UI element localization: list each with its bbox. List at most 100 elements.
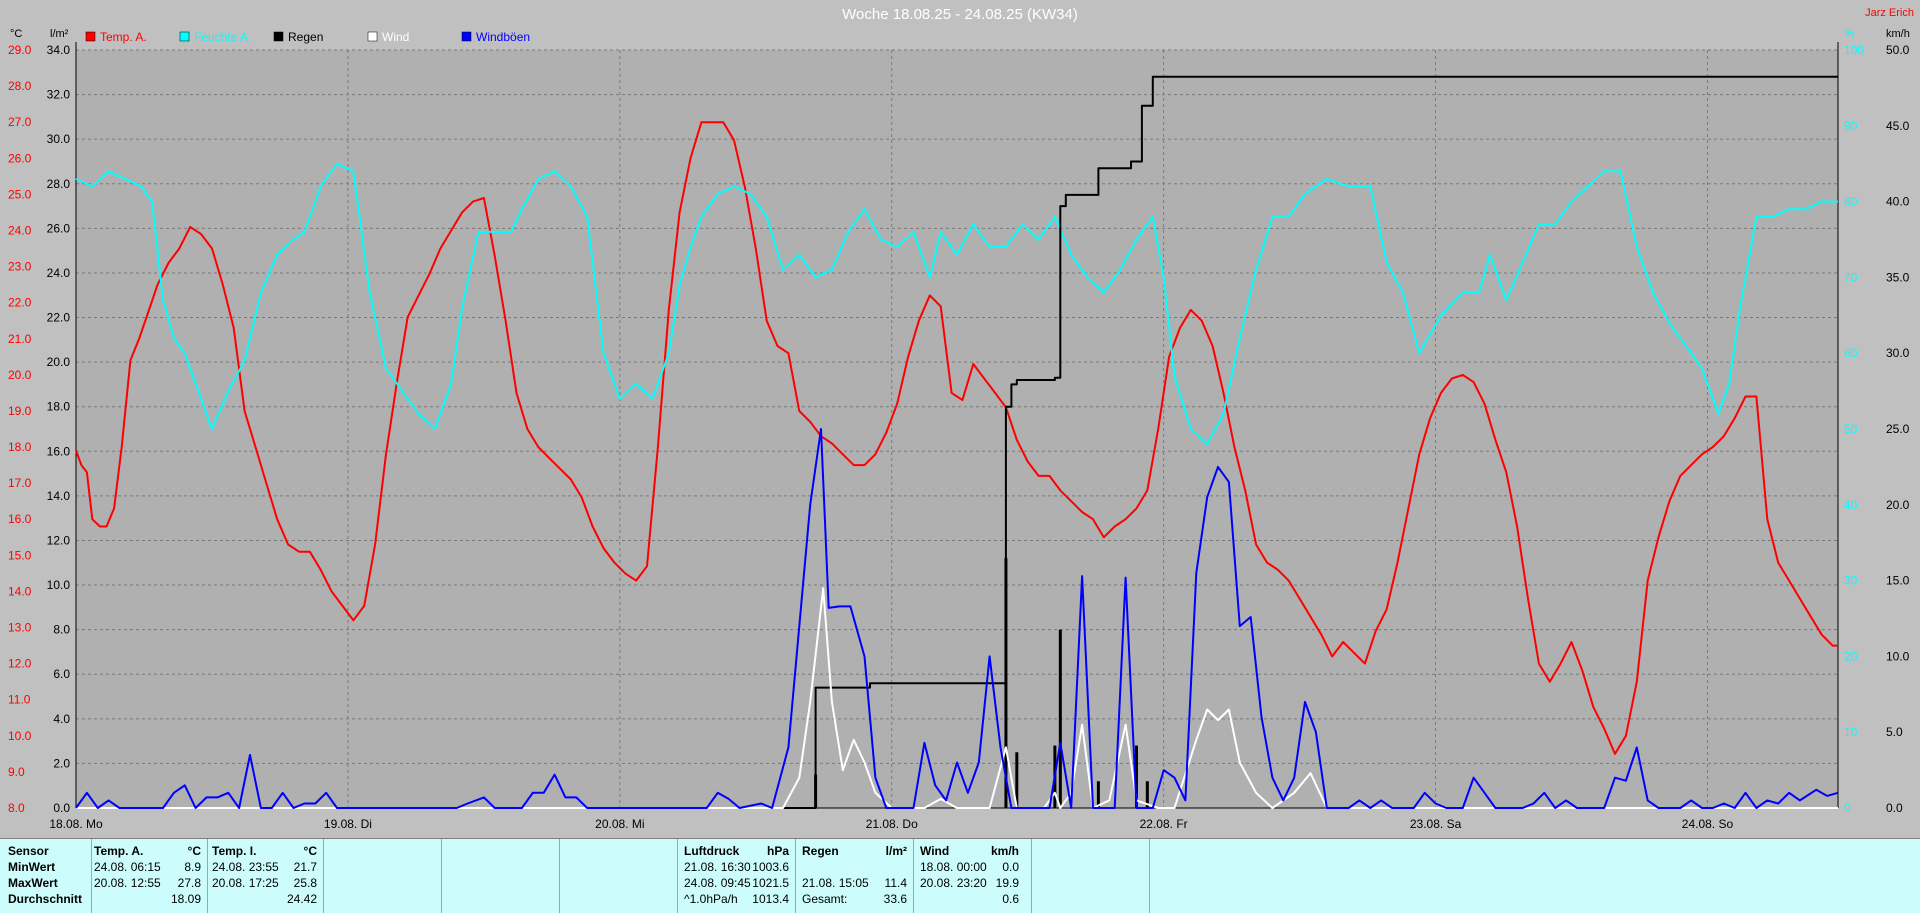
- legend-swatch: [461, 31, 472, 42]
- left-outer-unit: °C: [10, 28, 22, 40]
- wind-max: 19.9: [995, 876, 1019, 890]
- left-inner-tick: 20.0: [47, 355, 71, 369]
- left-inner-tick: 18.0: [47, 400, 71, 414]
- right-inner-tick: 90: [1844, 119, 1858, 133]
- left-outer-tick: 16.0: [8, 512, 32, 526]
- left-outer-tick: 12.0: [8, 657, 32, 671]
- left-outer-tick: 18.0: [8, 440, 32, 454]
- legend-swatch: [179, 31, 190, 42]
- left-outer-tick: 9.0: [8, 765, 25, 779]
- right-inner-tick: 20: [1844, 649, 1858, 663]
- right-outer-tick: 40.0: [1886, 195, 1910, 209]
- temp-a-min: 8.9: [184, 860, 201, 874]
- sensor-header: Sensor: [8, 844, 49, 858]
- rain-total: 33.6: [883, 892, 907, 906]
- left-outer-tick: 14.0: [8, 584, 32, 598]
- stats-pressure: Luftdruck hPa 21.08. 16:30 1003.6 24.08. 0…: [678, 839, 796, 913]
- right-inner-tick: 70: [1844, 270, 1858, 284]
- temp-a-header: Temp. A.: [94, 844, 144, 858]
- left-outer-tick: 22.0: [8, 296, 32, 310]
- left-inner-tick: 14.0: [47, 489, 71, 503]
- left-inner-tick: 22.0: [47, 311, 71, 325]
- right-inner-tick: 80: [1844, 195, 1858, 209]
- left-inner-tick: 6.0: [53, 667, 70, 681]
- pressure-trend-label: ^1.0hPa/h: [684, 892, 738, 906]
- wind-min: 0.0: [1002, 860, 1019, 874]
- rain-header: Regen: [802, 844, 839, 858]
- temp-a-avg: 18.09: [170, 892, 201, 906]
- temp-i-header: Temp. I.: [212, 844, 257, 858]
- temp-i-min-time: 24.08. 23:55: [212, 860, 279, 874]
- right-inner-tick: 30: [1844, 574, 1858, 588]
- x-tick-label: 22.08. Fr: [1140, 817, 1188, 831]
- left-outer-tick: 28.0: [8, 79, 32, 93]
- left-inner-tick: 0.0: [53, 801, 70, 815]
- stats-empty-2: [442, 839, 560, 913]
- left-inner-tick: 28.0: [47, 177, 71, 191]
- temp-a-min-time: 24.08. 06:15: [94, 860, 161, 874]
- right-outer-tick: 25.0: [1886, 422, 1910, 436]
- stats-empty-3: [560, 839, 678, 913]
- rain-unit: l/m²: [885, 844, 907, 858]
- pressure-max-time: 24.08. 09:45: [684, 876, 751, 890]
- legend-label: Regen: [288, 30, 323, 44]
- left-outer-tick: 21.0: [8, 332, 32, 346]
- weather-chart: 34.0 32.0 30.0 28.0 26.0 24.0 22.0 20.0 18.0 16.0…: [8, 6, 1914, 831]
- x-tick-label: 21.08. Do: [866, 817, 918, 831]
- right-inner-tick: 50: [1844, 422, 1858, 436]
- corner-label: Jarz Erich: [1865, 7, 1914, 19]
- wind-header: Wind: [920, 844, 950, 858]
- legend-label: Wind: [382, 30, 409, 44]
- right-outer-tick: 35.0: [1886, 270, 1910, 284]
- legend-swatch: [85, 31, 96, 42]
- right-inner-tick: 60: [1844, 346, 1858, 360]
- legend: Temp. A. Feuchte A. Regen Wind Windböen: [85, 30, 530, 44]
- right-outer-tick: 20.0: [1886, 498, 1910, 512]
- stats-temp-a: Temp. A. °C 24.08. 06:15 8.9 20.08. 12:55 2…: [92, 839, 208, 913]
- right-outer-tick: 50.0: [1886, 43, 1910, 57]
- temp-a-unit: °C: [187, 844, 201, 858]
- temp-i-max-time: 20.08. 17:25: [212, 876, 279, 890]
- left-outer-tick: 23.0: [8, 260, 32, 274]
- left-outer-tick: 8.0: [8, 801, 25, 815]
- left-inner-tick: 4.0: [53, 712, 70, 726]
- pressure-header: Luftdruck: [684, 844, 740, 858]
- right-outer-unit: km/h: [1886, 28, 1910, 40]
- x-tick-label: 18.08. Mo: [49, 817, 103, 831]
- left-outer-tick: 25.0: [8, 187, 32, 201]
- stats-empty-7: [1032, 839, 1150, 913]
- left-outer-tick: 17.0: [8, 476, 32, 490]
- left-inner-tick: 30.0: [47, 132, 71, 146]
- right-outer-tick: 5.0: [1886, 725, 1903, 739]
- left-outer-tick: 10.0: [8, 729, 32, 743]
- wind-max-time: 20.08. 23:20: [920, 876, 987, 890]
- avg-label: Durchschnitt: [8, 892, 83, 906]
- right-inner-unit: %: [1845, 28, 1855, 40]
- pressure-min: 1003.6: [752, 860, 789, 874]
- temp-i-unit: °C: [303, 844, 317, 858]
- wind-avg: 0.6: [1002, 892, 1019, 906]
- left-inner-tick: 2.0: [53, 756, 70, 770]
- rain-max: 11.4: [884, 876, 907, 890]
- x-tick-label: 23.08. Sa: [1410, 817, 1462, 831]
- left-outer-tick: 26.0: [8, 151, 32, 165]
- temp-a-max: 27.8: [177, 876, 201, 890]
- left-inner-unit: l/m²: [50, 28, 69, 40]
- max-label: MaxWert: [8, 876, 58, 890]
- left-outer-tick: 20.0: [8, 368, 32, 382]
- right-inner-tick: 10: [1844, 725, 1858, 739]
- left-inner-tick: 24.0: [47, 266, 71, 280]
- right-inner-tick: 40: [1844, 498, 1858, 512]
- left-outer-tick: 27.0: [8, 115, 32, 129]
- legend-label: Temp. A.: [100, 30, 147, 44]
- pressure-unit: hPa: [766, 844, 789, 858]
- right-outer-tick: 10.0: [1886, 649, 1910, 663]
- legend-swatch: [367, 31, 378, 42]
- stats-temp-i: Temp. I. °C 24.08. 23:55 21.7 20.08. 17:25…: [208, 839, 324, 913]
- left-outer-tick: 19.0: [8, 404, 32, 418]
- legend-label: Feuchte A.: [194, 30, 251, 44]
- min-label: MinWert: [8, 860, 56, 874]
- rain-max-time: 21.08. 15:05: [802, 876, 869, 890]
- temp-i-avg: 24.42: [286, 892, 317, 906]
- right-outer-tick: 30.0: [1886, 346, 1910, 360]
